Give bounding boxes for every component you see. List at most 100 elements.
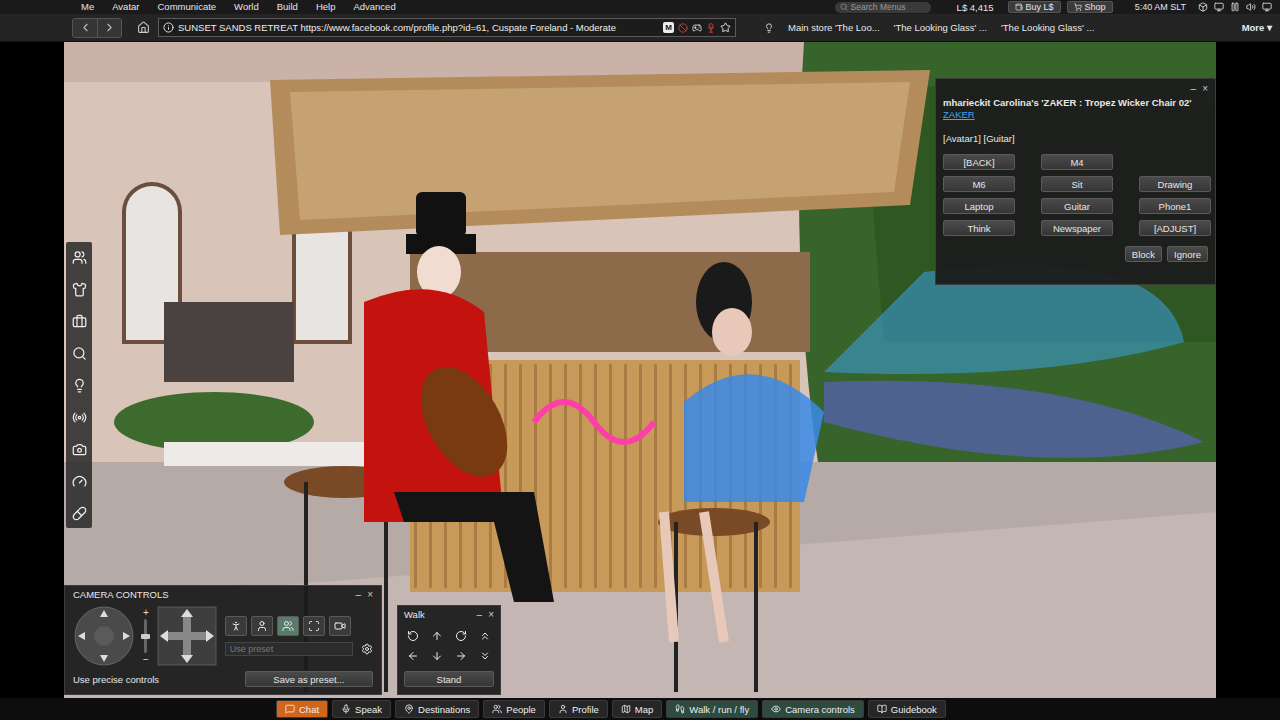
toolbar-button[interactable] (68, 470, 90, 492)
status-icons (1198, 2, 1272, 12)
toolbar-button[interactable]: Guidebook (868, 700, 946, 718)
dialog-button[interactable]: Laptop (943, 198, 1015, 214)
toolbar-button[interactable] (68, 438, 90, 460)
toolbar-button[interactable] (68, 310, 90, 332)
buy-button[interactable]: Buy L$ (1008, 1, 1061, 13)
box-icon[interactable] (1198, 2, 1208, 12)
location-field[interactable]: SUNSET SANDS RETREAT https://www.faceboo… (158, 18, 736, 37)
favorite-item[interactable]: 'The Looking Glass' ... (894, 22, 987, 33)
move-button[interactable] (475, 647, 495, 665)
zoom-in[interactable]: + (143, 607, 149, 618)
menu-item[interactable]: Build (268, 0, 307, 14)
dialog-message: [Avatar1] [Guitar] (943, 133, 1208, 144)
maturity-badge: M (663, 22, 674, 33)
move-button[interactable] (403, 627, 423, 645)
window-control[interactable]: – (356, 589, 362, 600)
orbit-joystick-icon[interactable] (73, 605, 135, 667)
camera-mode-button[interactable] (251, 616, 273, 636)
zoom-track[interactable] (144, 619, 147, 653)
dialog-button[interactable]: [ADJUST] (1139, 220, 1211, 236)
landmark-icon (764, 23, 774, 33)
toolbar-button[interactable] (68, 342, 90, 364)
volume-icon[interactable] (1246, 2, 1256, 12)
dialog-button[interactable]: Think (943, 220, 1015, 236)
bookmark-star-icon[interactable] (720, 22, 731, 33)
menu-item[interactable]: Me (72, 0, 103, 14)
owner-link[interactable]: ZAKER (943, 109, 1208, 121)
pause-icon[interactable] (1230, 2, 1240, 12)
toolbar-button[interactable]: Map (612, 700, 662, 718)
menu-item[interactable]: Advanced (344, 0, 404, 14)
toolbar-button[interactable]: Destinations (395, 700, 479, 718)
shop-button[interactable]: Shop (1067, 1, 1113, 13)
turn-left-icon (407, 630, 419, 642)
window-control[interactable]: × (367, 589, 373, 600)
dialog-button[interactable]: Sit (1041, 176, 1113, 192)
back-button[interactable] (73, 19, 97, 37)
footer-button[interactable]: Block (1125, 246, 1162, 262)
move-button[interactable] (427, 627, 447, 645)
dialog-button[interactable]: M6 (943, 176, 1015, 192)
home-icon (137, 21, 150, 34)
gear-icon[interactable] (361, 643, 373, 655)
camera-mode-button[interactable] (329, 616, 351, 636)
window-control[interactable]: × (1202, 83, 1208, 94)
dialog-button[interactable]: Newspaper (1041, 220, 1113, 236)
location-text: SUNSET SANDS RETREAT https://www.faceboo… (178, 22, 659, 33)
dialog-button[interactable]: [BACK] (943, 154, 1015, 170)
dialog-button[interactable]: Drawing (1139, 176, 1211, 192)
menu-item[interactable]: Help (307, 0, 345, 14)
move-button[interactable] (451, 627, 471, 645)
toolbar-button[interactable]: Profile (549, 700, 608, 718)
toolbar-button[interactable] (68, 374, 90, 396)
favorite-item[interactable]: Main store 'The Loo... (788, 22, 880, 33)
menu-item[interactable]: Communicate (149, 0, 226, 14)
camera-mode-button[interactable] (225, 616, 247, 636)
preset-select[interactable]: Use preset (225, 642, 353, 656)
menu-search[interactable]: Search Menus (835, 2, 931, 13)
move-button[interactable] (475, 627, 495, 645)
move-button[interactable] (403, 647, 423, 665)
wallet-icon (1015, 3, 1023, 11)
scene: –×mharieckit Carolina's 'ZAKER : Tropez … (64, 42, 1216, 698)
camera-mode-button[interactable] (277, 616, 299, 636)
toolbar-button[interactable] (68, 406, 90, 428)
precise-controls-label[interactable]: Use precise controls (73, 674, 159, 685)
zoom-out[interactable]: − (143, 654, 149, 665)
menu-item[interactable]: World (225, 0, 268, 14)
toolbar-button[interactable] (68, 246, 90, 268)
toolbar-button[interactable] (68, 278, 90, 300)
zoom-slider[interactable]: +− (143, 607, 149, 665)
forward-button[interactable] (97, 19, 121, 37)
stand-button[interactable]: Stand (404, 671, 494, 687)
favorite-item[interactable]: 'The Looking Glass' ... (1001, 22, 1094, 33)
dialog-button[interactable]: Phone1 (1139, 198, 1211, 214)
home-button[interactable] (134, 19, 152, 37)
zoom-thumb[interactable] (141, 634, 150, 639)
performance-icon (72, 474, 87, 489)
save-preset-button[interactable]: Save as preset... (245, 671, 373, 687)
toolbar-button[interactable]: Walk / run / fly (666, 700, 758, 718)
footer-button[interactable]: Ignore (1167, 246, 1208, 262)
info-icon[interactable] (163, 22, 174, 33)
monitor-icon[interactable] (1214, 2, 1224, 12)
dialog-button[interactable]: M4 (1041, 154, 1113, 170)
dialog-button[interactable]: Guitar (1041, 198, 1113, 214)
camera-mode-button[interactable] (303, 616, 325, 636)
window-control[interactable]: – (1191, 83, 1197, 94)
toolbar-button[interactable] (68, 502, 90, 524)
toolbar-button[interactable]: People (483, 700, 545, 718)
clock: 5:40 AM SLT (1135, 2, 1186, 12)
move-button[interactable] (427, 647, 447, 665)
toolbar-button[interactable]: Camera controls (762, 700, 864, 718)
window-control[interactable]: – (477, 609, 483, 620)
favorites-more[interactable]: More ▾ (1242, 22, 1272, 33)
cart-icon (1074, 3, 1082, 11)
move-button[interactable] (451, 647, 471, 665)
pan-pad-icon[interactable] (157, 606, 217, 666)
window-control[interactable]: × (488, 609, 494, 620)
toolbar-button[interactable]: Chat (276, 700, 328, 718)
display-icon[interactable] (1262, 2, 1272, 12)
menu-item[interactable]: Avatar (103, 0, 148, 14)
toolbar-button[interactable]: Speak (332, 700, 391, 718)
